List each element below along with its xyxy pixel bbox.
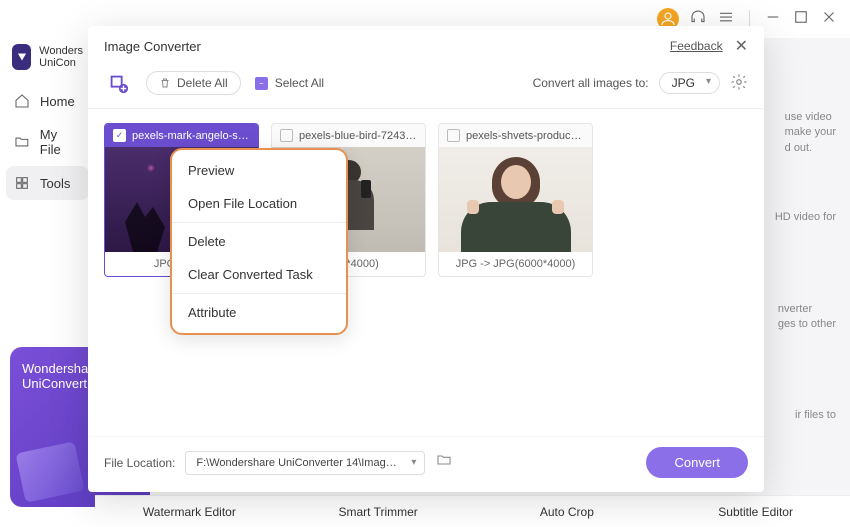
convert-button[interactable]: Convert	[646, 447, 748, 478]
context-menu: Preview Open File Location Delete Clear …	[170, 148, 348, 335]
tool-label: Auto Crop	[540, 505, 594, 519]
minimize-icon[interactable]	[764, 8, 782, 31]
bg-text: HD video for	[775, 210, 836, 225]
tool-watermark[interactable]: Watermark Editor	[95, 495, 284, 527]
ctx-label: Attribute	[188, 305, 236, 320]
ctx-attribute[interactable]: Attribute	[172, 296, 346, 329]
tool-label: Smart Trimmer	[338, 505, 417, 519]
home-icon	[14, 93, 30, 109]
sidebar-item-tools[interactable]: Tools	[6, 166, 89, 200]
settings-icon[interactable]	[730, 73, 748, 94]
trash-icon	[159, 77, 171, 89]
file-location-label: File Location:	[104, 456, 175, 470]
bg-text: use video make your d out.	[785, 110, 836, 156]
bg-text: ir files to	[795, 408, 836, 423]
open-folder-icon[interactable]	[435, 452, 453, 473]
sidebar-item-home[interactable]: Home	[0, 84, 95, 118]
tools-row: Watermark Editor Smart Trimmer Auto Crop…	[95, 495, 850, 527]
card-checkbox[interactable]	[280, 129, 293, 142]
sidebar-item-myfiles[interactable]: My File	[0, 118, 95, 166]
sidebar-label: Home	[40, 94, 75, 109]
tool-label: Watermark Editor	[143, 505, 236, 519]
promo-decoration	[15, 441, 84, 502]
format-select[interactable]: JPG	[659, 72, 720, 94]
sidebar-label: Tools	[40, 176, 70, 191]
brand-text: Wonders UniCon	[39, 45, 83, 69]
select-value: JPG	[672, 76, 695, 90]
delete-all-button[interactable]: Delete All	[146, 71, 241, 95]
convert-to-label: Convert all images to:	[533, 76, 649, 90]
modal-close-icon[interactable]: ✕	[735, 36, 748, 56]
checkbox-label: Select All	[275, 76, 324, 90]
folder-icon	[14, 134, 30, 150]
card-filename: pexels-mark-angelo-sam...	[132, 130, 250, 142]
tool-label: Subtitle Editor	[718, 505, 793, 519]
ctx-label: Clear Converted Task	[188, 267, 313, 282]
feedback-link[interactable]: Feedback	[670, 39, 723, 53]
modal-header: Image Converter Feedback ✕	[88, 26, 764, 64]
file-location-select[interactable]: F:\Wondershare UniConverter 14\Image Out…	[185, 451, 425, 475]
card-thumbnail	[439, 147, 592, 252]
ctx-clear[interactable]: Clear Converted Task	[172, 258, 346, 291]
card-header: pexels-mark-angelo-sam...	[105, 124, 258, 147]
card-format-info: JPG -> JPG(6000*4000)	[439, 252, 592, 276]
ctx-label: Open File Location	[188, 196, 297, 211]
checkbox-icon: −	[255, 77, 268, 90]
card-header: pexels-shvets-production...	[439, 124, 592, 147]
modal-footer: File Location: F:\Wondershare UniConvert…	[88, 436, 764, 492]
tool-trimmer[interactable]: Smart Trimmer	[284, 495, 473, 527]
image-card[interactable]: pexels-shvets-production... JPG -> JPG(6…	[438, 123, 593, 277]
card-header: pexels-blue-bird-7243156...	[272, 124, 425, 147]
add-image-button[interactable]	[104, 70, 132, 96]
ctx-delete[interactable]: Delete	[172, 225, 346, 258]
brand: Wonders UniCon	[0, 44, 95, 84]
maximize-icon[interactable]	[792, 8, 810, 31]
button-label: Convert	[674, 455, 720, 470]
brand-logo-icon	[12, 44, 31, 70]
select-all-checkbox[interactable]: − Select All	[255, 76, 324, 90]
brand-line1: Wonders	[39, 45, 83, 57]
tool-subtitle[interactable]: Subtitle Editor	[661, 495, 850, 527]
path-value: F:\Wondershare UniConverter 14\Image Out…	[196, 457, 425, 469]
tool-autocrop[interactable]: Auto Crop	[473, 495, 662, 527]
modal-toolbar: Delete All − Select All Convert all imag…	[88, 64, 764, 109]
button-label: Delete All	[177, 76, 228, 90]
ctx-preview[interactable]: Preview	[172, 154, 346, 187]
ctx-label: Preview	[188, 163, 234, 178]
ctx-label: Delete	[188, 234, 226, 249]
sidebar-label: My File	[40, 127, 81, 157]
tools-icon	[14, 175, 30, 191]
card-checkbox[interactable]	[113, 129, 126, 142]
bg-text: nverter ges to other	[778, 302, 836, 333]
card-checkbox[interactable]	[447, 129, 460, 142]
modal-title: Image Converter	[104, 39, 201, 54]
ctx-open-location[interactable]: Open File Location	[172, 187, 346, 220]
brand-line2: UniCon	[39, 57, 83, 69]
close-icon[interactable]	[820, 8, 838, 31]
ctx-separator	[172, 293, 346, 294]
card-filename: pexels-blue-bird-7243156...	[299, 130, 417, 142]
card-filename: pexels-shvets-production...	[466, 130, 584, 142]
ctx-separator	[172, 222, 346, 223]
